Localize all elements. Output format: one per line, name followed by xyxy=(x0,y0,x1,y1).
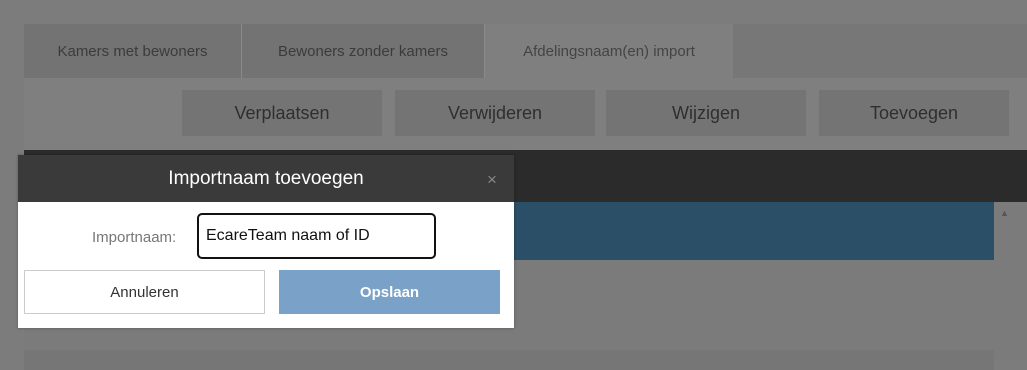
dialog-title: Importnaam toevoegen xyxy=(168,167,364,189)
add-button[interactable]: Toevoegen xyxy=(819,90,1009,136)
edit-button[interactable]: Wijzigen xyxy=(606,90,806,136)
toolbar: Verplaatsen Verwijderen Wijzigen Toevoeg… xyxy=(24,78,1027,150)
lower-panel xyxy=(24,350,994,370)
import-name-dialog: Importnaam toevoegen × Importnaam: Annul… xyxy=(18,155,514,328)
import-name-label: Importnaam: xyxy=(92,229,177,246)
tab-bar: Kamers met bewoners Bewoners zonder kame… xyxy=(24,24,1027,78)
tab-kamers-met-bewoners[interactable]: Kamers met bewoners xyxy=(24,24,242,78)
cancel-button[interactable]: Annuleren xyxy=(24,270,265,314)
save-button[interactable]: Opslaan xyxy=(279,270,500,314)
import-name-input[interactable] xyxy=(197,213,436,259)
scroll-up-icon[interactable]: ▲ xyxy=(1000,208,1009,218)
tab-bewoners-zonder-kamers[interactable]: Bewoners zonder kamers xyxy=(242,24,485,78)
close-icon[interactable]: × xyxy=(482,170,502,190)
delete-button[interactable]: Verwijderen xyxy=(395,90,595,136)
move-button[interactable]: Verplaatsen xyxy=(182,90,382,136)
tab-afdelingsnaam-import[interactable]: Afdelingsnaam(en) import xyxy=(485,24,733,78)
dialog-header: Importnaam toevoegen × xyxy=(18,155,514,202)
